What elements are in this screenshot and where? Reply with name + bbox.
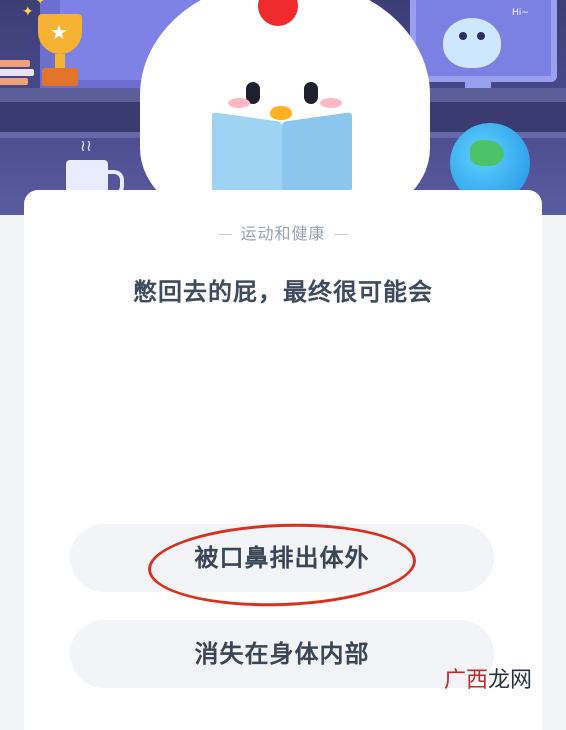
category-label: 运动和健康: [240, 224, 326, 243]
steam-icon: ≀≀: [80, 136, 92, 155]
robot-icon: [443, 18, 501, 68]
divider: [218, 234, 233, 235]
book-icon: [282, 112, 352, 202]
trophy-icon: ★: [30, 14, 90, 90]
chicken-wing-left: [150, 130, 220, 180]
answer-option-1[interactable]: 被口鼻排出体外: [70, 524, 494, 592]
chicken-blush-left: [228, 98, 250, 108]
sparkle-icon: ✦: [36, 0, 45, 7]
header-illustration: Hi~ ★ ✦ ✦ ≀≀: [0, 0, 566, 215]
book-icon: [212, 112, 282, 202]
star-icon: ★: [50, 20, 68, 44]
chicken-wing-right: [350, 130, 420, 180]
answer-option-2[interactable]: 消失在身体内部: [70, 620, 494, 688]
globe-land: [470, 140, 504, 166]
divider: [333, 234, 348, 235]
chicken-beak: [270, 106, 292, 120]
site-watermark: 广西龙网: [443, 668, 532, 693]
sparkle-icon: ✦: [22, 4, 34, 20]
chicken-eye-right: [304, 82, 318, 104]
question-category: 运动和健康: [0, 220, 566, 244]
monitor-greeting: Hi~: [512, 8, 529, 18]
question-text: 憋回去的屁，最终很可能会: [133, 278, 433, 306]
chicken-blush-right: [320, 98, 342, 108]
